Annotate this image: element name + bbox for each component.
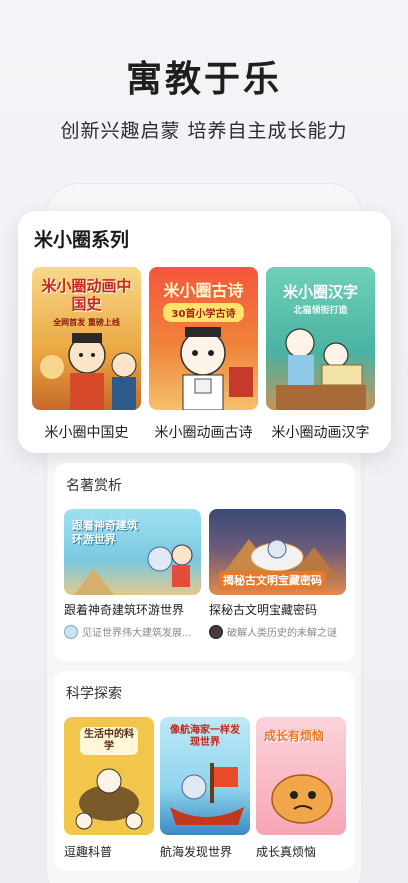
science-section: 科学探索 生活中的科学 逗趣科普 像航海家一样发现世界 航海发现世界 成长有烦恼… bbox=[54, 671, 355, 871]
avatar bbox=[64, 624, 78, 639]
classic-meta: 见证世界伟大建筑发展... bbox=[64, 624, 201, 639]
series-list: 米小圈动画中国史 全网首发 重磅上线 米小圈中国史 米小圈古诗 30首小学古诗 bbox=[32, 267, 375, 442]
classic-meta: 破解人类历史的未解之谜 bbox=[209, 624, 346, 639]
series-cover[interactable]: 米小圈汉字 北猫领衔打造 bbox=[266, 267, 375, 410]
section-title: 科学探索 bbox=[66, 686, 122, 702]
classic-cover[interactable]: 跟着神奇建筑环游世界 bbox=[64, 509, 201, 595]
character-illustration bbox=[170, 763, 244, 825]
science-item-voyage[interactable]: 像航海家一样发现世界 航海发现世界 bbox=[160, 717, 250, 860]
series-title: 米小圈系列 bbox=[34, 229, 130, 251]
series-card: 米小圈系列 米小圈动画中国史 全网首发 重磅上线 米小圈中国史 米小圈古诗 30… bbox=[18, 211, 391, 453]
character-illustration bbox=[75, 768, 143, 830]
science-item-growth[interactable]: 成长有烦恼 成长真烦恼 bbox=[256, 717, 346, 860]
classic-item-architecture[interactable]: 跟着神奇建筑环游世界 跟着神奇建筑环游世界 见证世界伟大建筑发展... bbox=[64, 509, 201, 639]
section-title: 名著赏析 bbox=[66, 478, 122, 494]
series-label: 米小圈中国史 bbox=[44, 425, 129, 441]
science-cover[interactable]: 生活中的科学 bbox=[64, 717, 154, 835]
series-cover[interactable]: 米小圈动画中国史 全网首发 重磅上线 bbox=[32, 267, 141, 410]
series-item-history[interactable]: 米小圈动画中国史 全网首发 重磅上线 米小圈中国史 bbox=[32, 267, 141, 442]
science-title: 航海发现世界 bbox=[160, 845, 233, 859]
series-item-characters[interactable]: 米小圈汉字 北猫领衔打造 米小圈动画汉字 bbox=[266, 267, 375, 442]
series-cover[interactable]: 米小圈古诗 30首小学古诗 bbox=[149, 267, 258, 410]
character-illustration bbox=[40, 333, 137, 410]
classic-desc: 见证世界伟大建筑发展... bbox=[82, 628, 192, 639]
avatar bbox=[209, 624, 223, 639]
classics-list: 跟着神奇建筑环游世界 跟着神奇建筑环游世界 见证世界伟大建筑发展... 揭秘古文… bbox=[64, 509, 346, 639]
hero-subtitle: 创新兴趣启蒙 培养自主成长能力 bbox=[60, 120, 348, 142]
character-illustration bbox=[180, 327, 253, 410]
series-label: 米小圈动画汉字 bbox=[271, 425, 370, 441]
classic-desc: 破解人类历史的未解之谜 bbox=[227, 628, 337, 639]
science-cover[interactable]: 成长有烦恼 bbox=[256, 717, 346, 835]
cover-title: 揭秘古文明宝藏密码 bbox=[219, 571, 326, 589]
character-illustration bbox=[74, 544, 193, 595]
character-illustration bbox=[271, 774, 333, 824]
series-item-poetry[interactable]: 米小圈古诗 30首小学古诗 米小圈动画古诗 bbox=[149, 267, 258, 442]
classic-title: 探秘古文明宝藏密码 bbox=[209, 603, 318, 617]
science-list: 生活中的科学 逗趣科普 像航海家一样发现世界 航海发现世界 成长有烦恼 成长真烦… bbox=[64, 717, 346, 860]
classic-title: 跟着神奇建筑环游世界 bbox=[64, 603, 185, 617]
classics-section: 名著赏析 跟着神奇建筑环游世界 跟着神奇建筑环游世界 见证世界伟大建筑发展... bbox=[54, 463, 355, 661]
science-cover[interactable]: 像航海家一样发现世界 bbox=[160, 717, 250, 835]
classic-cover[interactable]: 揭秘古文明宝藏密码 bbox=[209, 509, 346, 595]
hero-title: 寓教于乐 bbox=[125, 59, 282, 100]
series-label: 米小圈动画古诗 bbox=[154, 425, 253, 441]
character-illustration bbox=[276, 328, 366, 410]
science-item-fun[interactable]: 生活中的科学 逗趣科普 bbox=[64, 717, 154, 860]
science-title: 成长真烦恼 bbox=[256, 845, 317, 859]
science-title: 逗趣科普 bbox=[64, 845, 113, 859]
classic-item-civilization[interactable]: 揭秘古文明宝藏密码 探秘古文明宝藏密码 破解人类历史的未解之谜 bbox=[209, 509, 346, 639]
